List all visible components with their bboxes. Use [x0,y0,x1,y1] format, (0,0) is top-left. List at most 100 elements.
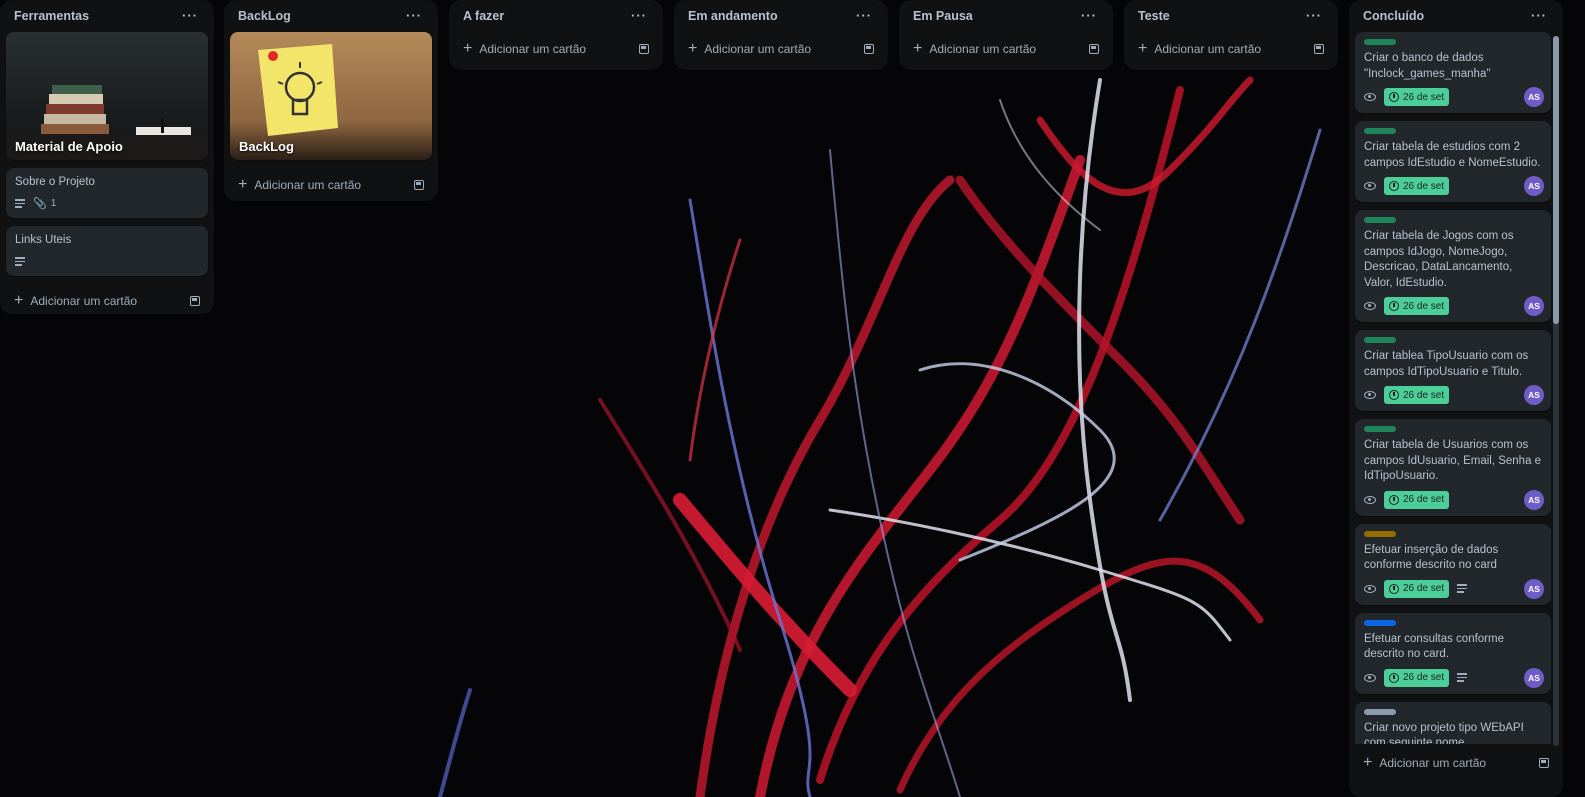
list-menu-icon[interactable]: ··· [629,9,649,22]
plus-icon: + [913,40,923,57]
card-backlog[interactable]: BackLog [230,32,432,160]
list-title[interactable]: Teste [1138,9,1170,23]
add-card-button[interactable]: + Adicionar um cartão [680,32,882,66]
description-icon [15,199,25,208]
board: Ferramentas ··· Material de Apoio Sobre … [0,0,1585,797]
list-menu-icon[interactable]: ··· [1079,9,1099,22]
watching-eye-icon [1364,391,1376,399]
card-body: Criar tabela de Jogos com os campos IdJo… [1355,210,1551,322]
member-avatar[interactable]: AS [1524,489,1544,510]
list-title[interactable]: BackLog [238,9,291,23]
list-header: BackLog ··· [230,0,432,32]
card-label[interactable] [1364,708,1396,715]
card-template-icon[interactable] [414,180,424,190]
card-cover-image: Material de Apoio [6,32,208,160]
task-card[interactable]: Criar o banco de dados "Inclock_games_ma… [1355,32,1551,113]
list-menu-icon[interactable]: ··· [1304,9,1324,22]
due-date-badge[interactable]: 26 de set [1384,490,1450,509]
list-menu-icon[interactable]: ··· [180,9,200,22]
list-a-fazer: A fazer ··· + Adicionar um cartão [449,0,663,70]
task-card[interactable]: Criar tablea TipoUsuario com os campos I… [1355,330,1551,411]
plus-icon: + [463,40,473,57]
list-title[interactable]: Ferramentas [14,9,89,23]
card-label[interactable] [1364,128,1396,134]
due-date-badge[interactable]: 26 de set [1384,579,1450,598]
add-card-label: Adicionar um cartão [30,294,138,308]
card-template-icon[interactable] [1314,44,1324,54]
clock-icon [1389,583,1399,594]
add-card-button[interactable]: + Adicionar um cartão [1355,746,1557,780]
list-menu-icon[interactable]: ··· [404,9,424,22]
member-avatar[interactable]: AS [1524,385,1544,405]
list-header: A fazer ··· [455,0,657,32]
task-card[interactable]: Criar novo projeto tipo WEbAPI com segui… [1355,701,1551,744]
card-material-de-apoio[interactable]: Material de Apoio [6,32,208,160]
card-sobre-o-projeto[interactable]: Sobre o Projeto 📎 1 [6,168,208,218]
card-label[interactable] [1364,217,1396,223]
list-title[interactable]: Em Pausa [913,9,973,23]
card-body: Efetuar consultas conforme descrito no c… [1355,613,1551,694]
card-label[interactable] [1364,619,1396,626]
card-badges: 26 de set [1364,490,1542,510]
due-date-text: 26 de set [1403,583,1445,594]
card-template-icon[interactable] [1539,758,1549,768]
scrollbar-thumb[interactable] [1553,36,1559,324]
card-title: Links Uteis [15,234,72,246]
due-date-badge[interactable]: 26 de set [1384,386,1450,404]
add-card-label: Adicionar um cartão [1379,756,1487,770]
clock-icon [1389,390,1399,400]
plus-icon: + [238,176,248,193]
task-card[interactable]: Criar tabela de estudios com 2 campos Id… [1355,121,1551,202]
due-date-text: 26 de set [1403,300,1445,312]
list-menu-icon[interactable]: ··· [854,9,874,22]
card-title: Criar tablea TipoUsuario com os campos I… [1364,350,1529,378]
attachment-count: 1 [50,198,57,209]
card-links-uteis[interactable]: Links Uteis [6,226,208,276]
list-title[interactable]: Concluído [1363,9,1424,23]
description-icon [15,257,25,266]
card-title: Criar tabela de Jogos com os campos IdJo… [1364,230,1514,289]
add-card-button[interactable]: + Adicionar um cartão [905,32,1107,66]
due-date-badge[interactable]: 26 de set [1384,668,1450,687]
member-avatar[interactable]: AS [1524,578,1544,599]
due-date-badge[interactable]: 26 de set [1384,177,1450,195]
add-card-button[interactable]: + Adicionar um cartão [455,32,657,66]
list-header: Ferramentas ··· [6,0,208,32]
add-card-label: Adicionar um cartão [929,42,1037,56]
card-body: Criar o banco de dados "Inclock_games_ma… [1355,32,1551,113]
task-card[interactable]: Efetuar consultas conforme descrito no c… [1355,612,1551,694]
list-em-pausa: Em Pausa ··· + Adicionar um cartão [899,0,1113,70]
member-avatar[interactable]: AS [1524,87,1544,107]
member-avatar[interactable]: AS [1524,176,1544,196]
card-template-icon[interactable] [1089,44,1099,54]
card-badges: 26 de set [1364,668,1542,688]
task-card[interactable]: Efetuar inserção de dados conforme descr… [1355,523,1551,605]
card-badges: 26 de set [1364,579,1542,599]
card-label[interactable] [1364,39,1396,45]
member-avatar[interactable]: AS [1524,667,1544,688]
add-card-button[interactable]: + Adicionar um cartão [6,284,208,318]
task-card[interactable]: Criar tabela de Usuarios com os campos I… [1355,419,1551,516]
card-cover-image: BackLog [230,32,432,160]
card-label[interactable] [1364,337,1396,343]
due-date-badge[interactable]: 26 de set [1384,297,1450,315]
watching-eye-icon [1364,182,1376,190]
list-em-andamento: Em andamento ··· + Adicionar um cartão [674,0,888,70]
add-card-button[interactable]: + Adicionar um cartão [230,168,432,202]
card-template-icon[interactable] [864,44,874,54]
list-menu-icon[interactable]: ··· [1529,9,1549,22]
list-title[interactable]: Em andamento [688,9,778,23]
card-badges: 26 de set [1364,385,1542,405]
member-avatar[interactable]: AS [1524,296,1544,316]
plus-icon: + [688,40,698,57]
add-card-button[interactable]: + Adicionar um cartão [1130,32,1332,66]
list-title[interactable]: A fazer [463,9,504,23]
card-label[interactable] [1364,426,1396,432]
card-body: Criar tabela de estudios com 2 campos Id… [1355,121,1551,202]
plus-icon: + [1138,40,1148,57]
card-label[interactable] [1364,530,1396,537]
due-date-badge[interactable]: 26 de set [1384,88,1450,106]
card-template-icon[interactable] [639,44,649,54]
card-template-icon[interactable] [190,296,200,306]
task-card[interactable]: Criar tabela de Jogos com os campos IdJo… [1355,210,1551,322]
